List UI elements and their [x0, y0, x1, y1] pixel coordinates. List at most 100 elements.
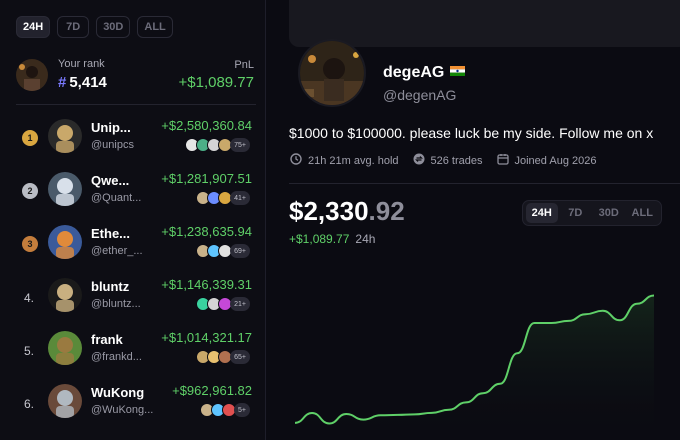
leaderboard-row[interactable]: 6. WuKong @WuKong... +$962,961.82 5+	[16, 383, 256, 433]
trader-name: Unip...	[91, 120, 131, 135]
swap-icon	[413, 153, 425, 168]
tab-30d[interactable]: 30D	[96, 16, 131, 38]
stat-hold: 21h 21m avg. hold	[290, 153, 399, 168]
trader-name-text: frank	[91, 332, 123, 347]
profile-bio: $1000 to $100000. please luck be my side…	[289, 125, 654, 141]
rank-hash: #	[58, 74, 67, 91]
balance-main: $2,330	[289, 196, 369, 226]
token-tags: 21+	[196, 297, 250, 311]
trader-name-text: Qwe...	[91, 173, 130, 188]
trader-name: bluntz	[91, 279, 129, 294]
balance-change: +$1,089.77 24h	[289, 232, 375, 246]
trader-pnl: +$1,146,339.31	[161, 277, 252, 292]
profile-stats: 21h 21m avg. hold 526 trades Joined Aug …	[290, 153, 596, 168]
avatar	[48, 225, 82, 259]
medal-icon: 3	[22, 236, 38, 252]
trader-handle: @Quant...	[91, 192, 142, 204]
medal-icon: 2	[22, 183, 38, 199]
token-count: 5+	[234, 403, 250, 417]
chart-tabs: 24H 7D 30D ALL	[522, 200, 662, 226]
token-count: 69+	[230, 244, 250, 258]
avatar	[16, 59, 48, 91]
rank-number: 5,414	[69, 74, 107, 91]
pnl-label: PnL	[234, 59, 254, 71]
rank-number: 6.	[24, 397, 35, 411]
rank-label: Your rank	[58, 58, 105, 70]
medal-icon: 1	[22, 130, 38, 146]
avatar	[48, 384, 82, 418]
pnl-value: +$1,089.77	[178, 74, 255, 91]
tab-7d[interactable]: 7D	[57, 16, 90, 38]
stat-joined: Joined Aug 2026	[496, 153, 597, 168]
change-value: +$1,089.77	[289, 232, 350, 246]
trader-handle: @frankd...	[91, 351, 142, 363]
divider	[16, 104, 256, 105]
leaderboard-panel: 24H 7D 30D ALL Your rank #5,414 PnL +$1,…	[0, 0, 266, 440]
trader-pnl: +$962,961.82	[172, 383, 252, 398]
token-count: 41+	[230, 191, 250, 205]
stat-trades: 526 trades	[413, 153, 483, 168]
profile-handle: @degenAG	[383, 87, 457, 103]
leaderboard-row[interactable]: 4. bluntz @bluntz... +$1,146,339.31 21+	[16, 277, 256, 327]
leaderboard-row[interactable]: 2 Qwe... @Quant... +$1,281,907.51 41+	[16, 171, 256, 221]
trader-name-text: bluntz	[91, 279, 130, 294]
chart-tab-7d[interactable]: 7D	[560, 203, 592, 223]
leaderboard-row[interactable]: 3 Ethe... @ether_... +$1,238,635.94 69+	[16, 224, 256, 274]
clock-icon	[290, 153, 302, 168]
avatar	[48, 119, 82, 153]
token-tags: 5+	[200, 403, 250, 417]
trader-name-text: WuKong	[91, 385, 145, 400]
trader-pnl: +$1,238,635.94	[161, 224, 252, 239]
trader-pnl: +$1,281,907.51	[161, 171, 252, 186]
trader-name-text: Unip...	[91, 120, 131, 135]
avatar	[48, 172, 82, 206]
change-period: 24h	[355, 232, 376, 246]
stat-hold-text: 21h 21m avg. hold	[308, 154, 399, 167]
tab-24h[interactable]: 24H	[16, 16, 51, 38]
token-count: 65+	[230, 350, 250, 364]
token-count: 21+	[230, 297, 250, 311]
trader-name: Ethe...	[91, 226, 130, 241]
token-count: 75+	[230, 138, 250, 152]
profile-name-text: degeAG	[383, 64, 445, 81]
avatar	[48, 278, 82, 312]
calendar-icon	[496, 153, 509, 168]
your-rank-box: Your rank #5,414 PnL +$1,089.77	[16, 56, 256, 98]
token-tags: 75+	[185, 138, 250, 152]
trader-handle: @ether_...	[91, 245, 143, 257]
chart-area	[295, 295, 654, 440]
trader-handle: @unipcs	[91, 139, 134, 151]
profile-name: degeAG	[383, 63, 466, 82]
rank-value: #5,414	[58, 74, 107, 91]
leaderboard-tabs: 24H 7D 30D ALL	[16, 16, 173, 38]
stat-joined-text: Joined Aug 2026	[514, 154, 597, 167]
leaderboard-row[interactable]: 5. frank @frankd... +$1,014,321.17 65+	[16, 330, 256, 380]
token-tags: 65+	[196, 350, 250, 364]
pnl-chart	[294, 294, 655, 440]
avatar	[48, 331, 82, 365]
profile-avatar[interactable]	[298, 39, 366, 107]
trader-name-text: Ethe...	[91, 226, 131, 241]
token-tags: 69+	[196, 244, 250, 258]
rank-number: 5.	[24, 344, 35, 358]
chart-tab-30d[interactable]: 30D	[593, 203, 625, 223]
chart-tab-all[interactable]: ALL	[627, 203, 659, 223]
trader-name: frank	[91, 332, 123, 347]
trader-handle: @bluntz...	[91, 298, 141, 310]
trader-pnl: +$1,014,321.17	[161, 330, 252, 345]
trader-handle: @WuKong...	[91, 404, 154, 416]
chart-tab-24h[interactable]: 24H	[526, 203, 558, 223]
tab-all[interactable]: ALL	[137, 16, 173, 38]
leaderboard-row[interactable]: 1 Unip... @unipcs +$2,580,360.84 75+	[16, 118, 256, 168]
balance-value: $2,330.92	[289, 196, 405, 227]
trader-name: Qwe...	[91, 173, 129, 188]
token-tags: 41+	[196, 191, 250, 205]
rank-number: 4.	[24, 291, 35, 305]
top-card	[289, 0, 680, 47]
india-flag-icon	[450, 63, 466, 76]
divider	[289, 183, 680, 184]
trader-name: WuKong	[91, 385, 144, 400]
trader-pnl: +$2,580,360.84	[161, 118, 252, 133]
stat-trades-text: 526 trades	[430, 154, 483, 167]
balance-decimals: .92	[368, 196, 405, 226]
